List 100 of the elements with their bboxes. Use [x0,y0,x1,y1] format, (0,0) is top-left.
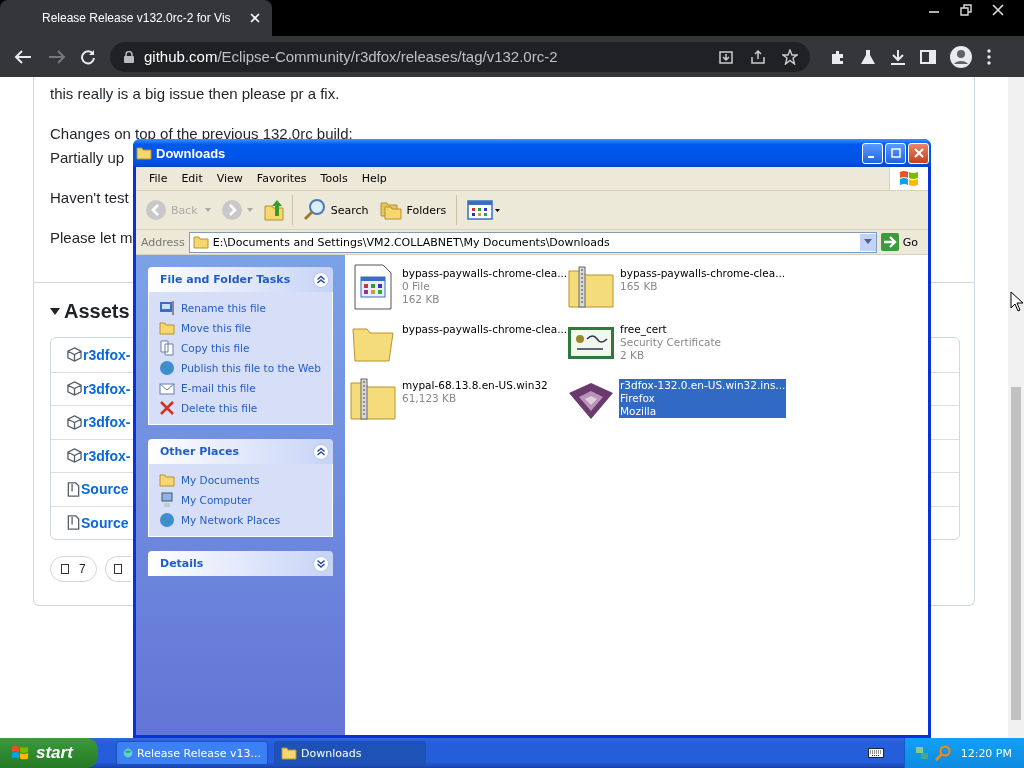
address-label: Address [141,235,185,249]
dropdown-button[interactable] [859,233,876,251]
address-bar[interactable]: github.com/Eclipse-Community/r3dfox/releases/tag/v132.0rc-2 [110,41,810,72]
keyboard-icon[interactable] [867,747,884,759]
file-detail: 61,123 KB [402,392,458,405]
mouse-cursor-icon [1010,291,1024,313]
side-panel-icon[interactable] [920,48,936,65]
file-detail: 2 KB [620,349,646,362]
globe-icon [159,360,175,376]
panel-header[interactable]: File and Folder Tasks [148,267,333,292]
asset-link[interactable]: r3dfox- [83,380,131,397]
url-text: github.com/Eclipse-Community/r3dfox/releases/tag/v132.0rc-2 [144,48,559,65]
menu-item[interactable]: File [142,172,175,185]
file-name: bypass-paywalls-chrome-clea... [402,267,568,280]
taskbar-button[interactable]: Release Release v13... [116,741,268,765]
scrollbar[interactable] [1008,77,1024,738]
paragraph-line: Please let m [50,228,133,248]
install-icon[interactable] [718,48,734,65]
close-button[interactable] [908,142,929,164]
menu-item[interactable]: View [209,172,250,185]
forward-arrow-icon[interactable] [48,48,66,65]
back-arrow-icon[interactable] [14,48,32,65]
puzzle-icon[interactable] [830,48,846,65]
task-link[interactable]: My Network Places [181,514,281,526]
package-icon [67,381,82,397]
scrollbar-thumb[interactable] [1011,387,1021,720]
panel-header[interactable]: Other Places [148,439,333,464]
maximize-icon [890,148,901,158]
package-icon [67,414,82,430]
panel-header[interactable]: Details [148,551,333,576]
file-detail: Security Certificate [620,336,721,349]
asset-link[interactable]: r3dfox- [83,447,131,464]
task-link[interactable]: My Computer [181,494,252,506]
reaction-button[interactable] [104,556,131,582]
search-button[interactable]: Search [299,198,372,222]
file-name: mypal-68.13.8.en-US.win32 [402,379,548,392]
folder-icon [159,320,175,336]
menu-icon[interactable] [986,48,992,65]
menu-item[interactable]: Help [354,172,394,185]
browser-tab[interactable]: Release Release v132.0rc-2 for Vis [0,0,272,36]
collapse-toggle-icon[interactable] [313,271,329,288]
restore-icon[interactable] [960,4,972,16]
panel-title: Details [160,557,205,570]
clock: 12:20 PM [960,746,1012,760]
avatar-icon[interactable] [950,45,972,68]
task-link[interactable]: Move this file [181,322,251,334]
zip-file-icon [67,481,80,497]
share-icon[interactable] [750,48,766,65]
task-link[interactable]: Copy this file [181,342,250,354]
minimize-button[interactable] [862,142,883,164]
package-icon [67,448,82,464]
taskbar-button[interactable]: Downloads [274,741,426,765]
task-link[interactable]: E-mail this file [181,382,256,394]
collapse-toggle-icon[interactable] [313,555,329,572]
close-icon[interactable] [992,4,1004,16]
file-name: free_cert [620,323,668,336]
maximize-button[interactable] [885,142,906,164]
delete-icon [159,400,175,416]
download-icon[interactable] [890,48,906,65]
globe-icon [159,512,175,528]
caret-icon[interactable] [50,306,60,316]
task-link[interactable]: Rename this file [181,302,266,314]
minimize-icon [868,155,874,158]
task-link[interactable]: Delete this file [181,402,258,414]
window-title: Downloads [156,145,226,161]
paragraph-line: Haven't test [50,188,129,208]
menu-item[interactable]: Edit [174,172,210,185]
menu-item[interactable]: Favorites [249,172,314,185]
task-link[interactable]: My Documents [181,474,260,486]
folder-icon [159,472,175,488]
monitor-icon [159,300,175,316]
close-icon [913,148,924,158]
folder-icon [281,746,297,760]
collapse-toggle-icon[interactable] [313,443,329,460]
file-detail: Firefox [620,392,656,405]
asset-link[interactable]: Source [81,514,129,531]
reaction-button[interactable]: 7 [50,556,97,582]
package-icon [67,347,82,363]
address-field[interactable]: E:\Documents and Settings\VM2.COLLABNET\My Documents\Downloads [188,231,877,253]
file-detail: 165 KB [620,280,659,293]
paragraph-line: Changes on top of the previous 132.0rc build: [50,124,353,144]
folders-button[interactable]: Folders [375,199,450,221]
reload-icon[interactable] [80,48,96,65]
views-icon [467,200,502,220]
go-button[interactable]: Go [880,233,924,251]
star-icon[interactable] [782,48,798,65]
task-link[interactable]: Publish this file to the Web [181,362,321,374]
paragraph-line: Partially up [50,148,125,168]
flask-icon[interactable] [860,48,876,65]
file-name: r3dfox-132.0.en-US.win32.ins... [620,379,786,392]
asset-link[interactable]: Source [81,481,129,498]
menu-item[interactable]: Tools [313,172,355,185]
asset-link[interactable]: r3dfox- [83,346,131,363]
up-folder-icon[interactable] [262,198,285,222]
file-name: bypass-paywalls-chrome-clea... [620,267,786,280]
pages-icon [159,340,175,356]
file-name: bypass-paywalls-chrome-clea... [402,323,568,336]
file-detail: 0 File [402,280,431,293]
start-button[interactable]: start [0,738,98,768]
asset-link[interactable]: r3dfox- [83,414,131,431]
